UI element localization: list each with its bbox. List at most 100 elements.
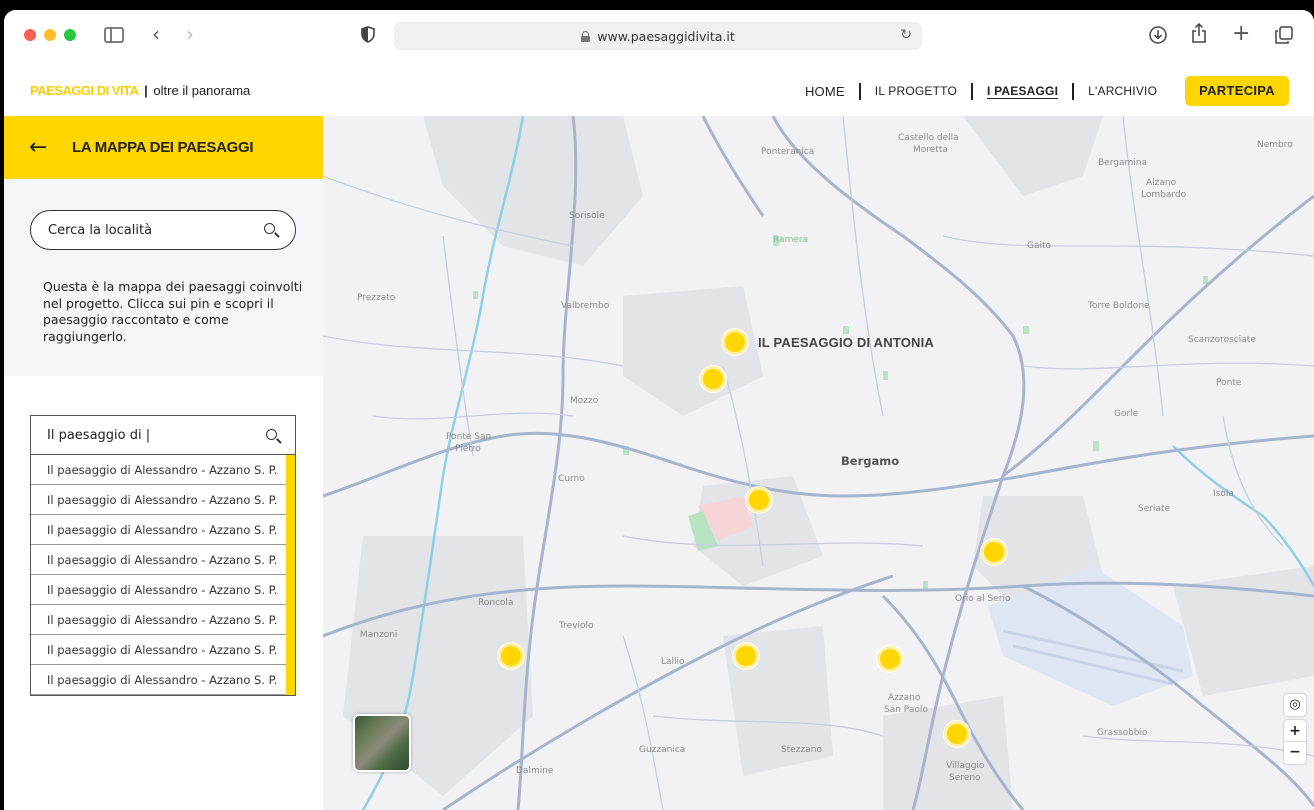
forward-icon[interactable]: › — [186, 24, 194, 44]
map-place-label: San Paolo — [884, 705, 928, 715]
map-place-label: Stezzano — [781, 745, 822, 755]
nav-il-progetto[interactable]: IL PROGETTO — [861, 84, 971, 98]
landscape-pin[interactable] — [501, 646, 521, 666]
search-icon[interactable] — [264, 223, 275, 234]
map-sidebar: ← LA MAPPA DEI PAESAGGI Cerca la localit… — [4, 116, 323, 810]
zoom-controls: + − — [1284, 720, 1306, 764]
tabs-icon[interactable] — [1275, 26, 1293, 44]
result-item[interactable]: Il paesaggio di Alessandro - Azzano S. P… — [31, 455, 286, 485]
download-icon[interactable] — [1149, 26, 1167, 44]
map-place-label: Scanzorosciate — [1188, 335, 1256, 345]
shield-icon[interactable] — [361, 26, 375, 43]
map-place-label: Ramera — [773, 235, 809, 245]
logo-brand: PAESAGGI DI VITA — [30, 83, 139, 98]
new-tab-icon[interactable]: + — [1232, 23, 1250, 45]
map-place-label: Treviolo — [559, 621, 594, 631]
nav-i-paesaggi[interactable]: I PAESAGGI — [973, 84, 1072, 98]
nav-archivio[interactable]: L'ARCHIVIO — [1074, 84, 1171, 98]
map-place-label: Lombardo — [1141, 190, 1187, 200]
map-place-label: Moretta — [913, 145, 948, 155]
map-place-label: Mozzo — [570, 396, 599, 406]
result-item[interactable]: Il paesaggio di Alessandro - Azzano S. P… — [31, 635, 286, 665]
map-place-label: Valbrembo — [561, 301, 610, 311]
close-window-button[interactable] — [24, 29, 36, 41]
browser-toolbar: ‹ › www.paesaggidivita.it ↻ + — [4, 10, 1314, 60]
satellite-view-toggle[interactable] — [353, 714, 411, 772]
map-place-label: Seriate — [1138, 504, 1171, 514]
site-logo[interactable]: PAESAGGI DI VITA | oltre il panorama — [30, 83, 250, 98]
pin-label: IL PAESAGGIO DI ANTONIA — [758, 335, 935, 350]
result-item[interactable]: Il paesaggio di Alessandro - Azzano S. P… — [31, 485, 286, 515]
result-item[interactable]: Il paesaggio di Alessandro - Azzano S. P… — [31, 515, 286, 545]
window-controls — [24, 29, 76, 41]
landscape-pin[interactable] — [749, 490, 769, 510]
map-place-label: Gaito — [1027, 241, 1052, 251]
map-place-label: Pietro — [455, 444, 481, 454]
address-bar[interactable]: www.paesaggidivita.it ↻ — [394, 22, 922, 50]
map-place-label: Curno — [558, 474, 585, 484]
locate-icon: ◎ — [1289, 697, 1301, 712]
map-place-label: Sorisole — [569, 211, 605, 221]
result-item[interactable]: Il paesaggio di Alessandro - Azzano S. P… — [31, 665, 286, 695]
map-place-label: Alzano — [1146, 178, 1177, 188]
map-city-label: Bergamo — [841, 454, 900, 468]
browser-window: ‹ › www.paesaggidivita.it ↻ + PAESAGGI D… — [4, 10, 1314, 810]
map-place-label: Guzzanica — [639, 745, 686, 755]
map-place-label: Dalmine — [516, 766, 554, 776]
location-search-input[interactable]: Cerca la località — [30, 210, 296, 250]
autocomplete-results: Il paesaggio di Alessandro - Azzano S. P… — [30, 455, 296, 696]
map-place-label: Ponte San — [446, 432, 492, 442]
sidebar-icon[interactable] — [104, 27, 124, 43]
search-icon[interactable] — [266, 429, 277, 440]
site-header: PAESAGGI DI VITA | oltre il panorama HOM… — [4, 60, 1314, 116]
maximize-window-button[interactable] — [64, 29, 76, 41]
zoom-out-button[interactable]: − — [1284, 742, 1306, 764]
url-text: www.paesaggidivita.it — [597, 28, 735, 44]
result-item[interactable]: Il paesaggio di Alessandro - Azzano S. P… — [31, 545, 286, 575]
landscape-pin[interactable] — [725, 332, 745, 352]
map-place-label: Manzoni — [360, 630, 398, 640]
share-icon[interactable] — [1191, 23, 1207, 44]
map-place-label: Ponteranica — [761, 147, 815, 157]
map-place-label: Ponte — [1216, 378, 1242, 388]
nav-home[interactable]: HOME — [791, 84, 859, 99]
logo-tagline: oltre il panorama — [153, 83, 251, 98]
back-icon[interactable]: ‹ — [152, 24, 160, 44]
arrow-left-icon[interactable]: ← — [29, 136, 53, 159]
map-place-label: Sereno — [949, 773, 981, 783]
map-place-label: Torre Boldone — [1088, 301, 1150, 311]
reload-icon[interactable]: ↻ — [900, 27, 912, 43]
landscape-pin[interactable] — [947, 724, 967, 744]
map-place-label: Grassobbio — [1097, 728, 1148, 738]
results-scrollbar[interactable] — [286, 455, 295, 695]
logo-separator: | — [144, 83, 148, 98]
result-item[interactable]: Il paesaggio di Alessandro - Azzano S. P… — [31, 605, 286, 635]
landscape-map[interactable]: Ponteranica Castello della Moretta Berga… — [323, 116, 1314, 810]
map-place-label: Prezzato — [357, 293, 396, 303]
landscape-pin[interactable] — [736, 646, 756, 666]
map-place-label: Azzano — [888, 693, 921, 703]
landscape-pin[interactable] — [880, 649, 900, 669]
landscape-pin[interactable] — [984, 542, 1004, 562]
zoom-in-button[interactable]: + — [1284, 720, 1306, 742]
map-place-label: Castello della — [898, 133, 959, 143]
map-place-label: Roncola — [478, 598, 514, 608]
map-background — [323, 116, 1314, 810]
locate-button[interactable]: ◎ — [1284, 694, 1306, 716]
result-item[interactable]: Il paesaggio di Alessandro - Azzano S. P… — [31, 575, 286, 605]
sidebar-title: LA MAPPA DEI PAESAGGI — [72, 139, 254, 156]
map-place-label: Isola — [1213, 489, 1234, 499]
partecipa-button[interactable]: PARTECIPA — [1185, 76, 1289, 106]
map-place-label: Villaggio — [946, 761, 985, 771]
location-search-placeholder: Cerca la località — [48, 222, 153, 238]
landscape-search-input[interactable]: Il paesaggio di | — [30, 415, 296, 455]
map-place-label: Bergamina — [1098, 158, 1147, 168]
sidebar-header: ← LA MAPPA DEI PAESAGGI — [4, 116, 323, 179]
main-nav: HOME IL PROGETTO I PAESAGGI L'ARCHIVIO P… — [791, 76, 1289, 106]
minimize-window-button[interactable] — [44, 29, 56, 41]
sidebar-info: Cerca la località Questa è la mappa dei … — [4, 179, 323, 376]
landscape-search-value: Il paesaggio di | — [47, 427, 151, 443]
lock-icon — [581, 30, 591, 42]
map-place-label: Orio al Serio — [955, 594, 1011, 604]
landscape-pin[interactable] — [703, 369, 723, 389]
